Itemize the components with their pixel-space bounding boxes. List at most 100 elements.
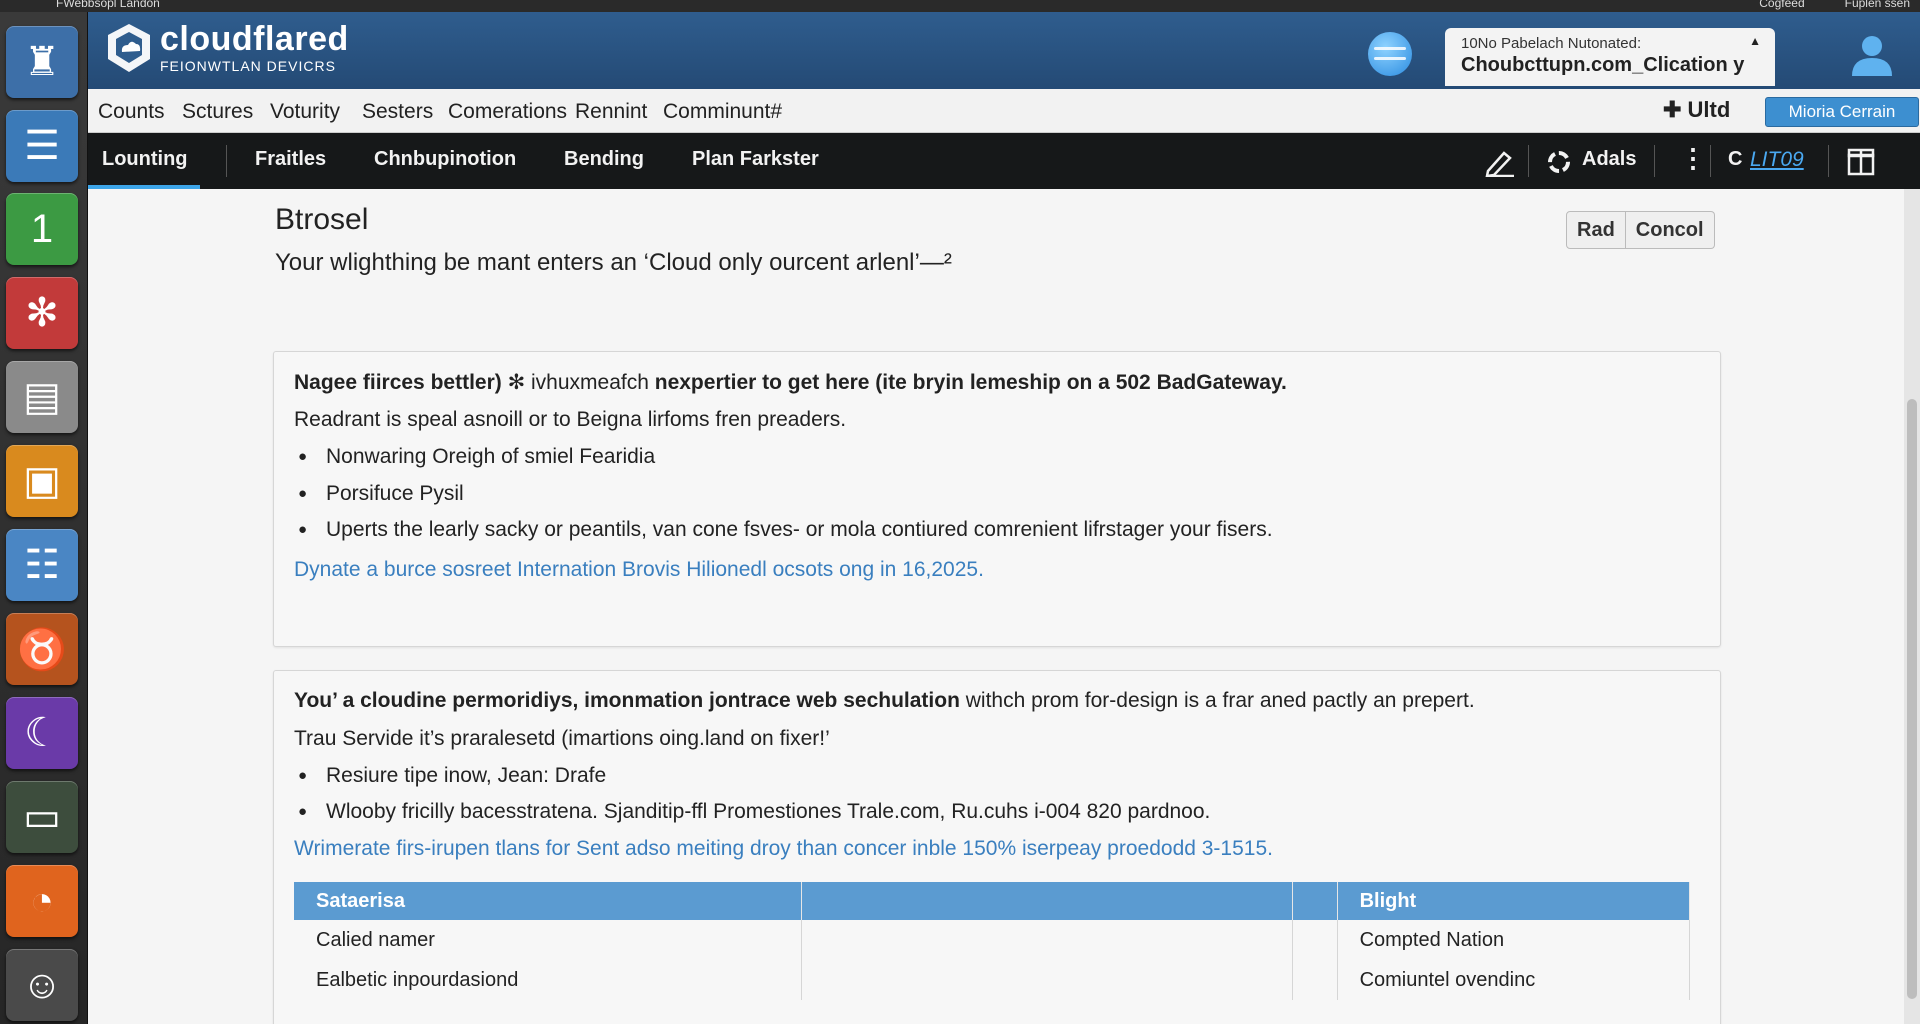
table-header-cell[interactable]: Blight	[1337, 882, 1691, 920]
c-label: C	[1728, 148, 1743, 170]
refresh-gear-icon[interactable]	[1546, 149, 1572, 175]
menu-item[interactable]: Voturity	[270, 100, 340, 124]
card-heading: You’ a cloudine permoridiys, imonmation …	[294, 689, 1475, 713]
notification-panel[interactable]: 10No Pabelach Nutonated: Choubcttupn.com…	[1445, 28, 1775, 86]
toolbar-divider	[1710, 145, 1711, 177]
table-header-cell[interactable]	[801, 882, 1293, 920]
menu-item[interactable]: Counts	[98, 100, 165, 124]
red-app-icon[interactable]: ✻	[6, 277, 78, 349]
cloudflared-logo-icon	[108, 24, 150, 72]
table-header-cell[interactable]	[1292, 882, 1338, 920]
os-status-item[interactable]: Fuplen ssen	[1845, 0, 1910, 9]
menu-item[interactable]: Comerations	[448, 100, 567, 124]
table-cell	[801, 920, 1293, 960]
info-card: Nagee fiirces bettler) ✻ ivhuxmeafch nex…	[273, 351, 1721, 647]
brand-subtitle: FEIONWTLAN DEVICRS	[160, 58, 336, 74]
security-card: You’ a cloudine permoridiys, imonmation …	[273, 670, 1721, 1024]
edit-pencil-icon[interactable]	[1484, 147, 1516, 177]
scanner-app-icon[interactable]: ▤	[6, 361, 78, 433]
tab-lounting[interactable]: Lounting	[102, 148, 188, 171]
menu-item[interactable]: Comminunt#	[663, 100, 782, 124]
menu-item[interactable]: Sesters	[362, 100, 433, 124]
data-table: Sataerisa Blight Calied namer Compted Na…	[294, 882, 1691, 1000]
table-header-cell[interactable]: Sataerisa	[294, 882, 802, 920]
table-cell: Compted Nation	[1337, 920, 1691, 960]
bullet-item: Nonwaring Oreigh of smiel Fearidia	[298, 445, 655, 469]
user-account-icon[interactable]: ☺	[6, 949, 78, 1021]
tab-bending[interactable]: Bending	[564, 148, 644, 171]
bullet-item: Wlooby fricilly bacesstratena. Sjanditip…	[298, 800, 1210, 824]
card-text: Readrant is speal asnoill or to Beigna l…	[294, 408, 847, 431]
page-action-buttons: Rad Concol	[1566, 211, 1715, 249]
pin-icon[interactable]: ▲	[1749, 34, 1761, 48]
card-heading-bold: Nagee fiirces bettler)	[294, 371, 502, 394]
rss-app-icon[interactable]: ◔	[6, 865, 78, 937]
bullet-item: Porsifuce Pysil	[298, 482, 464, 506]
notification-value: Choubcttupn.com_Clication y	[1461, 54, 1745, 76]
main-content: Btrosel Your wlighthing be mant enters a…	[88, 189, 1904, 1024]
toolbar-divider	[1528, 145, 1529, 177]
notepad-app-icon[interactable]: ☷	[6, 529, 78, 601]
card-text: Trau Servide it’s praralesetd (imartions…	[294, 727, 830, 750]
tab-divider	[226, 145, 227, 177]
table-cell: Ealbetic inpourdasiond	[294, 960, 802, 1000]
app-window: cloudflared FEIONWTLAN DEVICRS 10No Pabe…	[88, 12, 1920, 1024]
add-button[interactable]: ✚ Ultd	[1663, 97, 1730, 123]
bullet-item: Uperts the learly sacky or peantils, van…	[298, 518, 1273, 542]
image-editor-app-icon[interactable]: ▣	[6, 445, 78, 517]
card-heading-bold: nexpertier to get here (ite bryin lemesh…	[654, 371, 1287, 394]
card-heading-bold: You’ a cloudine permoridiys, imonmation …	[294, 689, 960, 712]
primary-menu-button[interactable]: Mioria Cerrain	[1765, 97, 1919, 127]
table-cell	[801, 960, 1293, 1000]
os-status-item[interactable]: Cogfeed	[1759, 0, 1804, 9]
moon-app-icon[interactable]: ☾	[6, 697, 78, 769]
tab-bar: Lounting Fraitles Chnbupinotion Bending …	[88, 133, 1920, 189]
brand-header: cloudflared FEIONWTLAN DEVICRS 10No Pabe…	[88, 12, 1920, 89]
rad-button[interactable]: Rad	[1566, 211, 1626, 249]
network-globe-icon[interactable]	[1368, 32, 1412, 76]
spreadsheet-app-icon[interactable]: 1	[6, 193, 78, 265]
lighthouse-app-icon[interactable]: ♜	[6, 26, 78, 98]
table-header-row: Sataerisa Blight	[294, 882, 1691, 920]
package-icon[interactable]	[1846, 147, 1876, 177]
os-app-title[interactable]: FWebbsopl Landon	[56, 0, 160, 9]
app-dock: ♜ ☰ 1 ✻ ▤ ▣ ☷ ♉ ☾ ▭ ◔ ☺	[0, 12, 88, 1024]
notification-label: 10No Pabelach Nutonated:	[1461, 35, 1642, 52]
scrollbar-thumb[interactable]	[1907, 399, 1917, 999]
bullet-item: Resiure tipe inow, Jean: Drafe	[298, 764, 606, 788]
menu-item[interactable]: Sctures	[182, 100, 253, 124]
user-profile-icon[interactable]	[1848, 30, 1896, 78]
table-cell: Calied namer	[294, 920, 802, 960]
card-link[interactable]: Dynate a burce sosreet Internation Brovi…	[294, 558, 984, 582]
tab-chnbupinotion[interactable]: Chnbupinotion	[374, 148, 516, 171]
database-app-icon[interactable]: ☰	[6, 110, 78, 182]
terminal-app-icon[interactable]: ▭	[6, 781, 78, 853]
page-title: Btrosel	[275, 203, 369, 236]
lit09-link[interactable]: LIT09	[1750, 148, 1804, 172]
menu-item[interactable]: Rennint	[575, 100, 647, 124]
os-status-area: Cogfeed Fuplen ssen	[1759, 0, 1910, 9]
table-cell	[1292, 960, 1338, 1000]
brand-name: cloudflared	[160, 20, 349, 58]
card-heading-normal: ✻ ivhuxmeafch	[501, 371, 655, 394]
os-top-bar: FWebbsopl Landon Cogfeed Fuplen ssen	[0, 0, 1920, 12]
card-heading-normal: withch prom for-design is a frar aned pa…	[959, 689, 1475, 712]
table-cell	[1292, 920, 1338, 960]
beast-app-icon[interactable]: ♉	[6, 613, 78, 685]
tab-fraitles[interactable]: Fraitles	[255, 148, 326, 171]
card-link[interactable]: Wrimerate firs-irupen tlans for Sent ads…	[294, 837, 1273, 861]
toolbar-divider	[1828, 145, 1829, 177]
toolbar-divider	[1654, 145, 1655, 177]
table-cell: Comiuntel ovendinc	[1337, 960, 1691, 1000]
table-row[interactable]: Ealbetic inpourdasiond Comiuntel ovendin…	[294, 960, 1691, 1000]
table-row[interactable]: Calied namer Compted Nation	[294, 920, 1691, 960]
tab-plan-farkster[interactable]: Plan Farkster	[692, 148, 819, 171]
more-options-icon[interactable]: ⋮	[1680, 143, 1706, 174]
adals-button[interactable]: Adals	[1582, 148, 1636, 171]
main-menu-bar: Counts Sctures Voturity Sesters Comerati…	[88, 89, 1920, 133]
page-description: Your wlighthing be mant enters an ‘Cloud…	[275, 249, 952, 276]
brand-logo[interactable]: cloudflared FEIONWTLAN DEVICRS	[106, 22, 349, 74]
vertical-scrollbar[interactable]	[1904, 189, 1920, 1024]
cancel-button[interactable]: Concol	[1625, 211, 1715, 249]
card-heading: Nagee fiirces bettler) ✻ ivhuxmeafch nex…	[294, 370, 1287, 395]
